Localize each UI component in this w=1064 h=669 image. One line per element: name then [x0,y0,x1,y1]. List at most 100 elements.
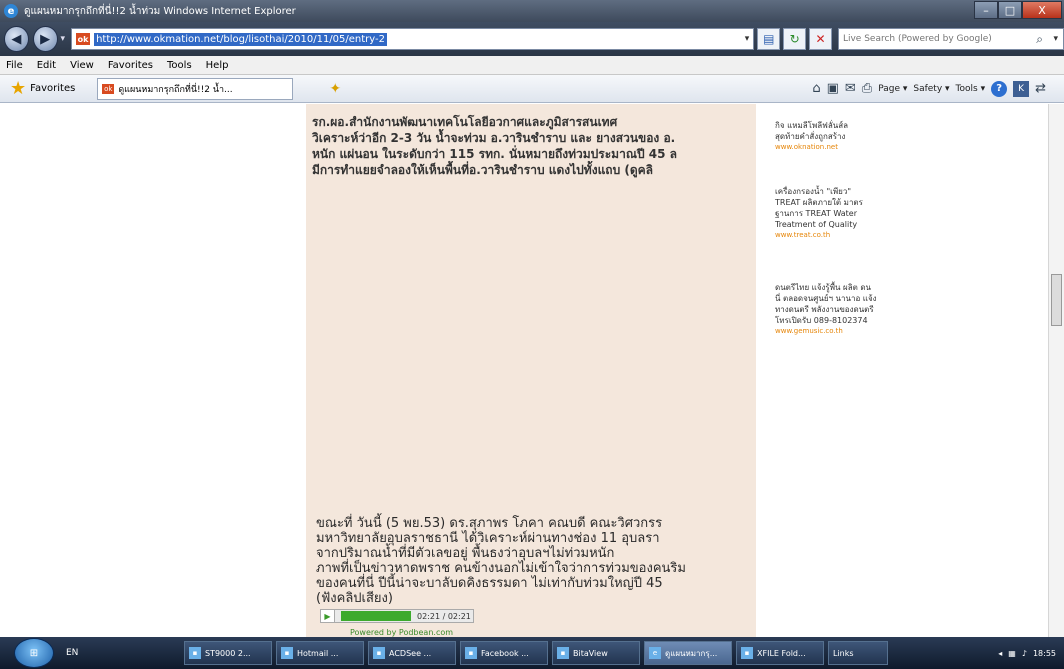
audio-progress-bar[interactable] [341,611,411,621]
vertical-scrollbar[interactable] [1048,104,1064,637]
app-icon: ▪ [189,647,201,659]
search-box[interactable]: ⌕ ▾ [837,28,1064,50]
app-icon: ▪ [557,647,569,659]
back-button[interactable]: ◀ [4,26,29,52]
ad-line: เครื่องกรองน้ำ "เพียว" [775,187,851,196]
favorites-bar: ★ Favorites ok ดูแผนหมากรุกถึกที่นี่!!2 … [0,75,1064,103]
taskbar-item[interactable]: Links [828,641,888,665]
taskbar-item-active[interactable]: e ดูแผนหมากรุ... [644,641,732,665]
menu-tools[interactable]: Tools [167,60,192,71]
post-line: วิเคราะห์ว่าอีก 2-3 วัน น้ำจะท่วม อ.วาริ… [312,131,676,145]
podbean-credit-link[interactable]: Powered by Podbean.com [350,628,453,637]
address-bar[interactable]: ok http://www.okmation.net/blog/lisothai… [71,28,755,50]
research-icon[interactable]: K [1013,80,1030,97]
window-titlebar: e ดูแผนหมากรุกถึกที่นี่!!2 น้ำท่วม Windo… [0,0,1064,22]
clock[interactable]: 18:55 [1033,649,1056,658]
ad-line: ดนตรีไทย แจ้งรู้พื้น ผลิต ดน [775,283,872,292]
taskbar-item[interactable]: ▪ Facebook ... [460,641,548,665]
tab-favicon-icon: ok [102,83,115,94]
compatibility-view-button[interactable]: ▤ [757,28,781,50]
post-line: ภาพที่เป็นข่าวหาดพราช คนข้างนอกไม่เข้าใจ… [316,561,686,576]
post-paragraph-top: รก.ผอ.สำนักงานพัฒนาเทคโนโลยีอวกาศและภูมิ… [312,114,756,178]
help-icon[interactable]: ? [991,80,1008,97]
audio-player: ▶ 02:21 / 02:21 [320,609,474,623]
ad-url[interactable]: www.treat.co.th [775,231,863,239]
history-dropdown-icon[interactable]: ▾ [61,34,66,44]
address-toolbar: ◀ ▶ ▾ ok http://www.okmation.net/blog/li… [0,22,1064,56]
folder-icon: ▪ [741,647,753,659]
translate-icon[interactable]: ⇄ [1035,81,1046,96]
language-indicator[interactable]: EN [66,648,184,658]
stop-button[interactable]: ✕ [809,28,832,50]
address-dropdown-icon[interactable]: ▾ [745,34,750,44]
command-bar: ⌂ ▣ ✉ ⎙ Page ▾ Safety ▾ Tools ▾ ? K ⇄ [806,80,1046,97]
mail-icon[interactable]: ✉ [845,81,856,96]
volume-icon[interactable]: ♪ [1022,649,1027,658]
system-tray: ◂ ▦ ♪ 18:55 [992,649,1056,658]
site-favicon-icon: ok [76,33,91,45]
taskbar-item[interactable]: ▪ ST9000 2... [184,641,272,665]
post-line: ขณะที่ วันนี้ (5 พย.53) ดร.สุภาพร โภคา ค… [316,516,663,531]
ad-line: นี่ ตลอดจนศูนย์ฯ นานาอ แจ้ง [775,294,877,303]
app-icon: ▪ [281,647,293,659]
search-input[interactable] [842,34,1023,44]
sidebar-ad[interactable]: เครื่องกรองน้ำ "เพียว" TREAT ผลิตภายใต้ … [775,186,863,239]
menu-edit[interactable]: Edit [37,60,56,71]
search-icon[interactable]: ⌕ [1036,32,1043,47]
blog-post-column: รก.ผอ.สำนักงานพัฒนาเทคโนโลยีอวกาศและภูมิ… [306,104,756,637]
taskbar-item[interactable]: ▪ ACDSee ... [368,641,456,665]
play-button[interactable]: ▶ [321,610,335,622]
window-controls: – □ X [974,1,1062,19]
menu-help[interactable]: Help [206,60,229,71]
post-paragraph-bottom: ขณะที่ วันนี้ (5 พย.53) ดร.สุภาพร โภคา ค… [316,516,756,606]
ad-url[interactable]: www.oknation.net [775,143,848,151]
tray-arrow-icon[interactable]: ◂ [998,649,1002,658]
sidebar-ad[interactable]: กิจ แหมลีโพลีฟลั่นส์ล สุดท้ายคำสั่งถูกสร… [775,120,848,151]
ad-line: ทางดนตรี พลังงานของดนตรี [775,305,874,314]
favorites-star-icon[interactable]: ★ [10,78,26,99]
taskbar-item[interactable]: ▪ Hotmail ... [276,641,364,665]
url-text[interactable]: http://www.okmation.net/blog/lisothai/20… [94,32,388,46]
ad-line: สุดท้ายคำสั่งถูกสร้าง [775,132,846,141]
taskbar-item[interactable]: ▪ BitaView [552,641,640,665]
favorites-button[interactable]: Favorites [30,83,75,94]
post-line: ของคนที่นี่ ปีนี้น่าจะบาลับดคิงธรรมดา ไม… [316,576,663,591]
print-icon[interactable]: ⎙ [862,81,872,96]
window-title: ดูแผนหมากรุกถึกที่นี่!!2 น้ำท่วม Windows… [24,5,296,17]
network-icon[interactable]: ▦ [1008,649,1016,658]
tools-menu[interactable]: Tools ▾ [956,84,986,94]
ie-logo-icon: e [4,4,18,18]
start-button[interactable]: ⊞ [14,638,54,668]
ad-line: โทรเปิดรับ 089-8102374 [775,316,868,325]
ad-url[interactable]: www.gemusic.co.th [775,327,877,335]
scrollbar-thumb[interactable] [1051,274,1062,326]
post-line: จากปริมาณน้ำที่มีตัวเลขอยู่ พื้นธงว่าอุบ… [316,546,615,561]
app-icon: ▪ [465,647,477,659]
post-line: หนัก แผ่นอน ในระดับกว่า 115 รทก. นั่นหมา… [312,147,677,161]
audio-clip-link[interactable]: (ฟังคลิปเสียง) [316,591,756,606]
close-button[interactable]: X [1022,1,1062,19]
ad-line: TREAT ผลิตภายใต้ มาตร [775,198,863,207]
minimize-button[interactable]: – [974,1,998,19]
post-line: รก.ผอ.สำนักงานพัฒนาเทคโนโลยีอวกาศและภูมิ… [312,115,618,129]
menu-file[interactable]: File [6,60,23,71]
sidebar-ad[interactable]: ดนตรีไทย แจ้งรู้พื้น ผลิต ดน นี่ ตลอดจนศ… [775,282,877,335]
menu-favorites[interactable]: Favorites [108,60,153,71]
taskbar-item[interactable]: ▪ XFILE Fold... [736,641,824,665]
audio-time: 02:21 / 02:21 [417,611,471,621]
ad-line: ฐานการ TREAT Water [775,209,857,218]
app-icon: ▪ [373,647,385,659]
maximize-button[interactable]: □ [998,1,1022,19]
safety-menu[interactable]: Safety ▾ [913,84,949,94]
refresh-button[interactable]: ↻ [783,28,807,50]
feeds-icon[interactable]: ▣ [827,81,839,96]
search-options-dropdown-icon[interactable]: ▾ [1053,34,1058,44]
new-tab-icon[interactable]: ✦ [329,81,341,97]
forward-button[interactable]: ▶ [32,26,58,52]
browser-tab[interactable]: ok ดูแผนหมากรุกถึกที่นี่!!2 น้ำ... [97,77,294,100]
windows-taskbar: ⊞ EN ▪ ST9000 2... ▪ Hotmail ... ▪ ACDSee .… [0,637,1064,669]
home-icon[interactable]: ⌂ [812,81,820,96]
page-menu[interactable]: Page ▾ [878,84,907,94]
menu-bar: File Edit View Favorites Tools Help [0,56,1064,75]
menu-view[interactable]: View [70,60,94,71]
